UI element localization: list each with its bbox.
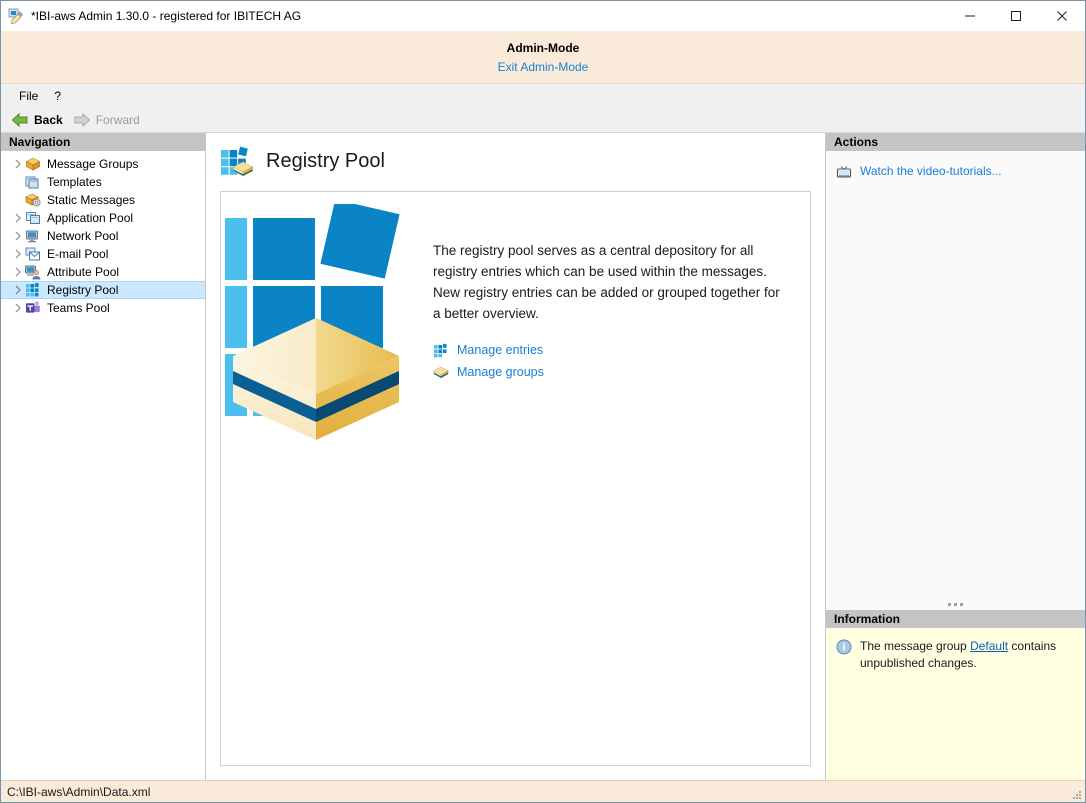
information-header: Information <box>826 610 1085 628</box>
admin-mode-banner: Admin-Mode Exit Admin-Mode <box>1 31 1085 84</box>
menu-bar: File ? <box>1 84 1085 108</box>
application-window: *IBI-aws Admin 1.30.0 - registered for I… <box>0 0 1086 803</box>
chevron-right-icon[interactable] <box>11 213 25 223</box>
manage-groups-link[interactable]: Manage groups <box>433 364 786 380</box>
navigation-tree: Message Groups Templates <box>1 151 205 780</box>
sidebar-item-label: Static Messages <box>47 193 135 207</box>
sidebar-item-application-pool[interactable]: Application Pool <box>1 209 205 227</box>
sidebar-item-teams-pool[interactable]: Teams Pool <box>1 299 205 317</box>
content-pane: Registry Pool <box>206 133 825 780</box>
sidebar-item-label: E-mail Pool <box>47 247 108 261</box>
actions-list: Watch the video-tutorials... <box>826 151 1085 610</box>
sidebar-item-registry-pool[interactable]: Registry Pool <box>1 281 205 299</box>
close-button[interactable] <box>1039 1 1085 31</box>
sidebar-item-label: Templates <box>47 175 102 189</box>
manage-entries-label: Manage entries <box>457 343 543 357</box>
watch-video-tutorials-label: Watch the video-tutorials... <box>860 164 1002 178</box>
monitor-person-icon <box>25 264 41 280</box>
menu-item-help[interactable]: ? <box>46 86 69 106</box>
window-title: *IBI-aws Admin 1.30.0 - registered for I… <box>31 9 301 23</box>
page-description: The registry pool serves as a central de… <box>433 240 786 324</box>
sidebar-item-message-groups[interactable]: Message Groups <box>1 155 205 173</box>
envelope-icon <box>25 246 41 262</box>
sidebar-item-label: Network Pool <box>47 229 118 243</box>
sidebar-item-email-pool[interactable]: E-mail Pool <box>1 245 205 263</box>
sidebar-item-label: Attribute Pool <box>47 265 119 279</box>
grip-dot <box>960 603 963 606</box>
forward-button-label: Forward <box>96 113 140 127</box>
default-message-group-link[interactable]: Default <box>970 639 1008 653</box>
actions-header: Actions <box>826 133 1085 151</box>
chevron-right-icon[interactable] <box>11 285 25 295</box>
chevron-right-icon[interactable] <box>11 267 25 277</box>
admin-mode-title: Admin-Mode <box>507 40 580 56</box>
windows-icon <box>25 210 41 226</box>
gold-box-gear-icon <box>25 192 41 208</box>
maximize-button[interactable] <box>993 1 1039 31</box>
sidebar-item-attribute-pool[interactable]: Attribute Pool <box>1 263 205 281</box>
gold-box-icon <box>433 364 449 380</box>
sidebar-item-label: Message Groups <box>47 157 138 171</box>
page-header: Registry Pool <box>220 145 811 177</box>
teams-icon <box>25 300 41 316</box>
minimize-button[interactable] <box>947 1 993 31</box>
forward-button[interactable]: Forward <box>71 112 148 128</box>
page-title: Registry Pool <box>266 150 385 173</box>
window-resize-grip[interactable] <box>1070 788 1082 800</box>
sidebar-item-network-pool[interactable]: Network Pool <box>1 227 205 245</box>
information-panel: The message group Default contains unpub… <box>826 628 1085 780</box>
grip-dot <box>948 603 951 606</box>
content-panel: The registry pool serves as a central de… <box>220 191 811 766</box>
monitor-icon <box>25 228 41 244</box>
television-icon <box>836 163 852 179</box>
status-bar-path: C:\IBI-aws\Admin\Data.xml <box>7 785 150 799</box>
information-message: The message group Default contains unpub… <box>860 638 1075 672</box>
chevron-right-icon[interactable] <box>11 159 25 169</box>
right-pane: Actions Watch the video-tutorials... <box>825 133 1085 780</box>
menu-item-file[interactable]: File <box>11 86 46 106</box>
registry-pool-illustration <box>221 192 421 765</box>
navigation-toolbar: Back Forward <box>1 108 1085 133</box>
main-body: Navigation Message Groups <box>1 133 1085 780</box>
back-arrow-icon <box>11 112 29 128</box>
sidebar-item-label: Application Pool <box>47 211 133 225</box>
gold-box-icon <box>25 156 41 172</box>
sidebar-item-templates[interactable]: Templates <box>1 173 205 191</box>
watch-video-tutorials-link[interactable]: Watch the video-tutorials... <box>826 161 1085 181</box>
chevron-right-icon[interactable] <box>11 249 25 259</box>
navigation-pane: Navigation Message Groups <box>1 133 206 780</box>
registry-pool-icon <box>220 145 254 177</box>
exit-admin-mode-link[interactable]: Exit Admin-Mode <box>498 60 589 75</box>
sidebar-item-static-messages[interactable]: Static Messages <box>1 191 205 209</box>
manage-entries-link[interactable]: Manage entries <box>433 342 786 358</box>
sidebar-item-label: Teams Pool <box>47 301 110 315</box>
forward-arrow-icon <box>73 112 91 128</box>
information-text-before: The message group <box>860 639 970 653</box>
description-column: The registry pool serves as a central de… <box>421 192 810 765</box>
title-bar: *IBI-aws Admin 1.30.0 - registered for I… <box>1 1 1085 31</box>
navigation-header: Navigation <box>1 133 205 151</box>
window-controls <box>947 1 1085 31</box>
status-bar: C:\IBI-aws\Admin\Data.xml <box>1 780 1085 802</box>
application-pencil-document-icon <box>8 8 24 24</box>
chevron-right-icon[interactable] <box>11 231 25 241</box>
grip-dot <box>954 603 957 606</box>
blue-grid-icon <box>433 342 449 358</box>
panel-resize-grip[interactable] <box>826 603 1085 606</box>
blue-grid-icon <box>25 282 41 298</box>
back-button-label: Back <box>34 113 63 127</box>
manage-groups-label: Manage groups <box>457 365 544 379</box>
info-circle-icon <box>836 639 852 655</box>
back-button[interactable]: Back <box>9 112 71 128</box>
chevron-right-icon[interactable] <box>11 303 25 313</box>
sidebar-item-label: Registry Pool <box>47 283 118 297</box>
stacked-windows-icon <box>25 174 41 190</box>
